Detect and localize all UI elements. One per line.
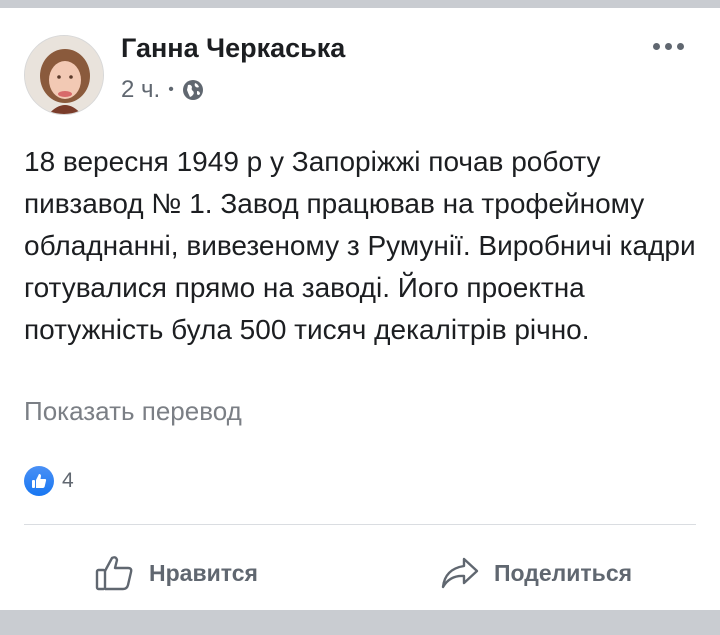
post-card: Ганна Черкаська 2 ч. • 18 вересня 1949 р… bbox=[0, 8, 720, 610]
feed-separator-bottom bbox=[0, 610, 720, 635]
author-name[interactable]: Ганна Черкаська bbox=[121, 33, 345, 64]
like-reaction-icon bbox=[24, 466, 54, 496]
like-button[interactable]: Нравится bbox=[95, 553, 258, 593]
translate-link[interactable]: Показать перевод bbox=[24, 396, 242, 427]
like-label: Нравится bbox=[149, 559, 258, 586]
reaction-count: 4 bbox=[62, 469, 74, 492]
meta-separator: • bbox=[168, 81, 174, 98]
globe-icon bbox=[182, 79, 204, 101]
more-options-icon[interactable] bbox=[644, 34, 692, 58]
avatar[interactable] bbox=[24, 35, 104, 115]
reactions-summary[interactable]: 4 bbox=[24, 466, 74, 496]
feed-separator-top bbox=[0, 0, 720, 8]
actions-divider bbox=[24, 524, 696, 525]
avatar-photo bbox=[25, 36, 103, 114]
thumbs-up-icon bbox=[95, 554, 135, 592]
post-timestamp[interactable]: 2 ч. bbox=[121, 76, 160, 104]
post-meta: 2 ч. • bbox=[121, 76, 204, 104]
share-label: Поделиться bbox=[494, 559, 633, 586]
share-arrow-icon bbox=[440, 555, 480, 591]
share-button[interactable]: Поделиться bbox=[440, 553, 632, 593]
post-text: 18 вересня 1949 р у Запоріжжі почав робо… bbox=[24, 146, 696, 345]
